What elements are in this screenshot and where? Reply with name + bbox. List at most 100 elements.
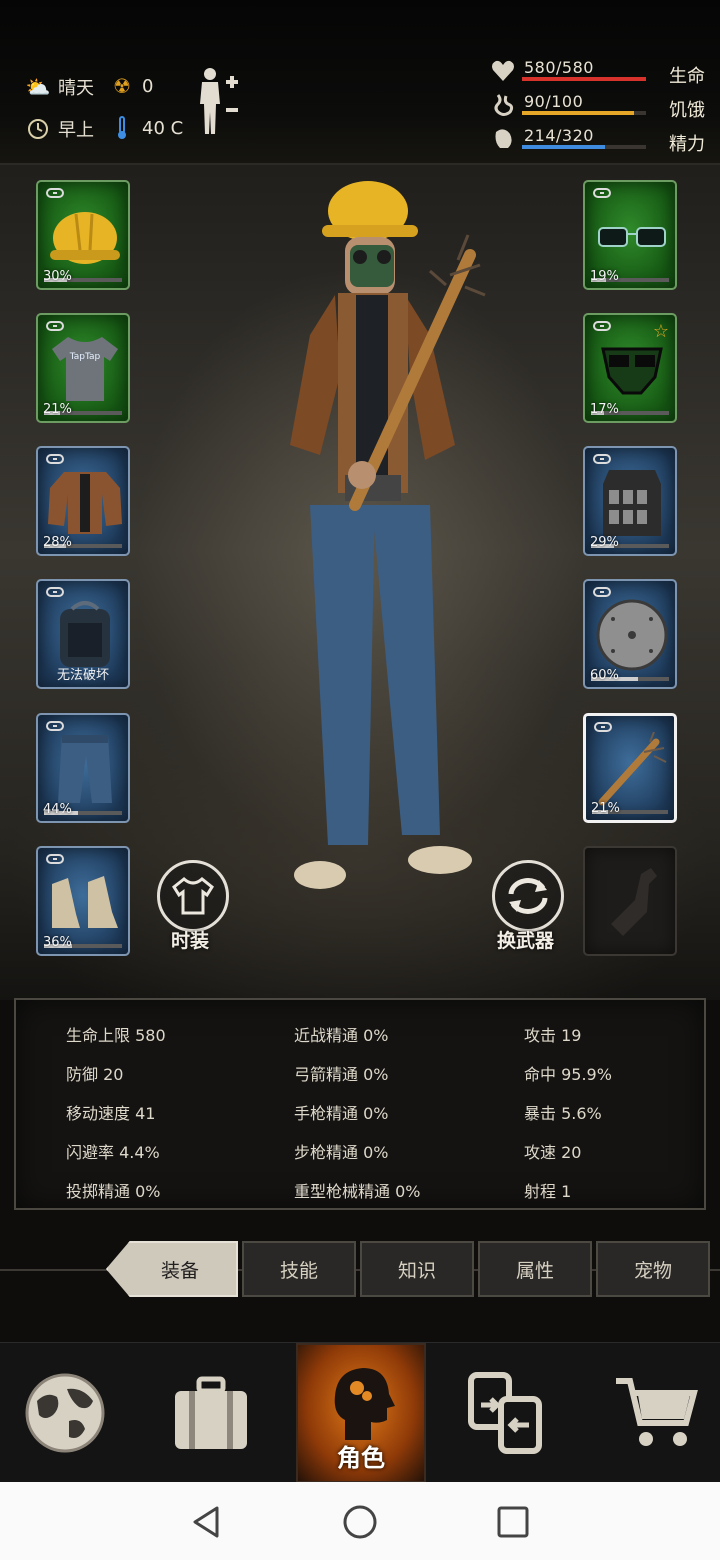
tab-knowledge[interactable]: 知识 (360, 1241, 474, 1297)
stat-cell: 防御 20 (66, 1065, 124, 1084)
equip-slot-helmet[interactable]: 30% (36, 180, 130, 290)
fashion-label: 时装 (171, 930, 210, 952)
durability-text: 36% (43, 935, 72, 950)
unbreakable-note: 无法破坏 (56, 668, 109, 683)
durability-text: 44% (43, 802, 72, 817)
home-circle-icon[interactable] (340, 1502, 380, 1542)
empty-bottle-slot-icon (611, 868, 657, 936)
equip-slot-spiked-bat[interactable]: 21% (583, 713, 677, 823)
fashion-button[interactable] (157, 860, 229, 932)
durability-text: 17% (590, 402, 619, 417)
durability-text: 21% (591, 801, 620, 816)
tab-attributes[interactable]: 属性 (478, 1241, 592, 1297)
equip-slot-vest[interactable]: 29% (583, 446, 677, 556)
equip-slot-shield[interactable]: 60% (583, 579, 677, 689)
stat-cell: 移动速度 41 (66, 1104, 156, 1123)
vital-value: 214/320 (524, 126, 594, 145)
swap-arrows-icon (508, 878, 548, 914)
time-of-day: 早上 (58, 120, 94, 141)
stats-panel: 生命上限 580 近战精通 0% 攻击 19 防御 20 弓箭精通 0% 命中 95.9%… (14, 998, 706, 1210)
equip-slot-jacket[interactable]: 28% (36, 446, 130, 556)
nav-shop[interactable] (592, 1343, 720, 1483)
link-icon (46, 454, 64, 464)
link-icon (593, 188, 611, 198)
jacket-icon (48, 472, 122, 534)
equip-slot-boots[interactable]: 36% (36, 846, 130, 956)
suitcase-icon (175, 1376, 247, 1449)
cart-icon (616, 1378, 698, 1446)
stat-cell: 弓箭精通 0% (294, 1065, 389, 1084)
vital-bar-fill (522, 111, 634, 115)
thermometer-icon (110, 116, 134, 140)
link-icon (46, 188, 64, 198)
back-triangle-icon[interactable] (187, 1502, 227, 1542)
equip-slot-glasses[interactable]: 19% (583, 180, 677, 290)
link-icon (593, 587, 611, 597)
stat-cell: 重型枪械精通 0% (294, 1182, 421, 1201)
trade-icon (468, 1372, 542, 1454)
nav-trade[interactable] (442, 1343, 572, 1483)
nav-inventory[interactable] (146, 1343, 276, 1483)
boots-icon (52, 876, 118, 928)
vital-row-2: 214/320 精力 (490, 126, 705, 158)
category-tabs: 装备 技能 知识 属性 宠物 (0, 1238, 720, 1302)
vital-label: 饥饿 (669, 100, 705, 121)
durability-text: 19% (590, 269, 619, 284)
character-icon (334, 1368, 395, 1440)
nav-character-label: 角色 (337, 1444, 385, 1472)
shield-icon (596, 599, 668, 671)
link-icon (593, 454, 611, 464)
vital-bar-fill (522, 145, 606, 149)
stat-cell: 攻击 19 (524, 1026, 582, 1045)
stat-cell: 近战精通 0% (294, 1026, 389, 1045)
link-icon (46, 854, 64, 864)
nav-character[interactable]: 角色 (296, 1343, 426, 1483)
heart-icon (492, 60, 514, 81)
stat-cell: 命中 95.9% (524, 1065, 612, 1084)
star-icon: ☆ (652, 321, 669, 342)
vital-label: 生命 (669, 66, 705, 87)
vital-value: 580/580 (524, 58, 594, 77)
weather-status: ⛅ 晴天 (26, 74, 94, 100)
stat-cell: 步枪精通 0% (294, 1143, 389, 1162)
svg-text:TapTap: TapTap (69, 352, 101, 362)
weather-condition: 晴天 (58, 78, 94, 99)
vest-icon (603, 470, 661, 536)
tshirt-icon (172, 877, 214, 915)
equip-slot-tshirt[interactable]: TapTap 21% (36, 313, 130, 423)
swap-weapon-label: 换武器 (497, 930, 555, 952)
tab-skills[interactable]: 技能 (242, 1241, 356, 1297)
radiation-icon: ☢ (113, 74, 131, 98)
link-icon (46, 321, 64, 331)
helmet-icon (50, 212, 120, 264)
stat-cell: 生命上限 580 (66, 1026, 166, 1045)
nav-world-map[interactable] (0, 1343, 130, 1483)
vital-bar (522, 145, 646, 149)
time-status: 早上 (26, 116, 94, 142)
link-icon (46, 587, 64, 597)
stomach-icon (494, 94, 514, 116)
jeans-icon (58, 735, 112, 803)
stat-cell: 闪避率 4.4% (66, 1143, 160, 1162)
stat-cell: 攻速 20 (524, 1143, 582, 1162)
stat-cell: 暴击 5.6% (524, 1104, 602, 1123)
equip-slot-backpack[interactable]: 无法破坏 (36, 579, 130, 689)
equip-slot-empty-bottle-slot[interactable] (583, 846, 677, 956)
durability-text: 60% (590, 668, 619, 683)
clock-icon (26, 117, 50, 141)
tab-equipment[interactable]: 装备 (106, 1241, 238, 1297)
temperature-value: 40 C (142, 117, 184, 139)
equip-slot-gas-mask[interactable]: ☆ 17% (583, 313, 677, 423)
body-status-button[interactable] (198, 66, 244, 136)
vital-row-0: 580/580 生命 (490, 58, 705, 90)
body-silhouette-icon (200, 68, 238, 134)
link-icon (593, 321, 611, 331)
swap-weapon-button[interactable] (492, 860, 564, 932)
link-icon (46, 721, 64, 731)
backpack-icon (60, 601, 110, 667)
tab-pets[interactable]: 宠物 (596, 1241, 710, 1297)
equip-slot-jeans[interactable]: 44% (36, 713, 130, 823)
radiation-status: ☢ 0 (110, 74, 153, 98)
status-header: ⛅ 晴天 ☢ 0 早上 40 C 580/580 生命 90/100 饥饿 214/32… (0, 0, 720, 165)
recents-square-icon[interactable] (493, 1502, 533, 1542)
